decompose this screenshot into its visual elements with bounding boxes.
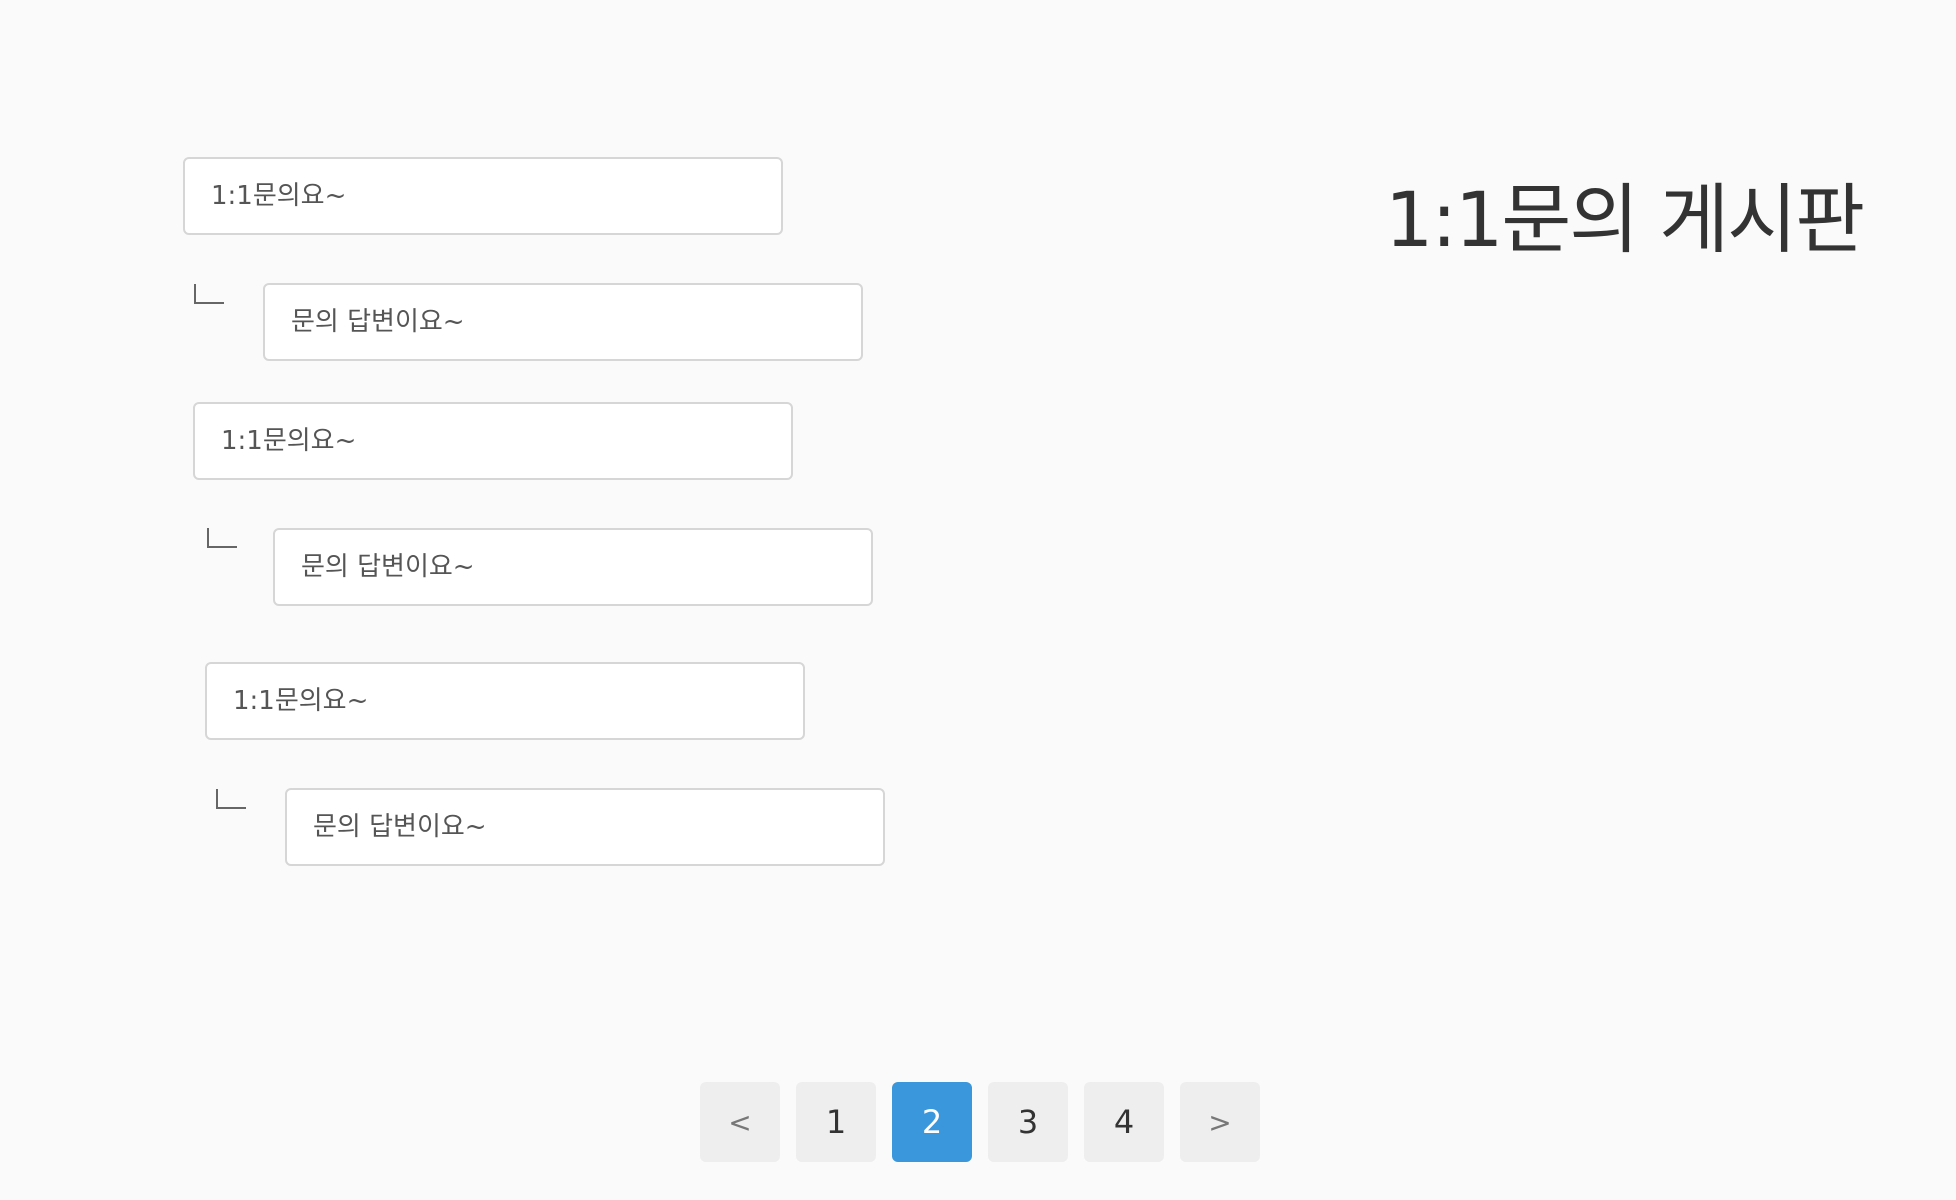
reply-item[interactable]: 문의 답변이요~	[273, 528, 873, 606]
pagination: < 1 2 3 4 >	[700, 1082, 1260, 1162]
page-button-1[interactable]: 1	[796, 1082, 876, 1162]
next-page-button[interactable]: >	[1180, 1082, 1260, 1162]
reply-indicator-icon	[207, 528, 237, 548]
reply-indicator-icon	[194, 284, 224, 304]
page-button-2[interactable]: 2	[892, 1082, 972, 1162]
reply-item[interactable]: 문의 답변이요~	[263, 283, 863, 361]
reply-item[interactable]: 문의 답변이요~	[285, 788, 885, 866]
question-item[interactable]: 1:1문의요~	[183, 157, 783, 235]
prev-page-button[interactable]: <	[700, 1082, 780, 1162]
page-button-3[interactable]: 3	[988, 1082, 1068, 1162]
reply-indicator-icon	[216, 789, 246, 809]
question-item[interactable]: 1:1문의요~	[205, 662, 805, 740]
board-page: 1:1문의 게시판 1:1문의요~ 문의 답변이요~ 1:1문의요~ 문의 답변…	[0, 0, 1956, 1200]
page-title: 1:1문의 게시판	[1385, 175, 1865, 264]
question-item[interactable]: 1:1문의요~	[193, 402, 793, 480]
page-button-4[interactable]: 4	[1084, 1082, 1164, 1162]
